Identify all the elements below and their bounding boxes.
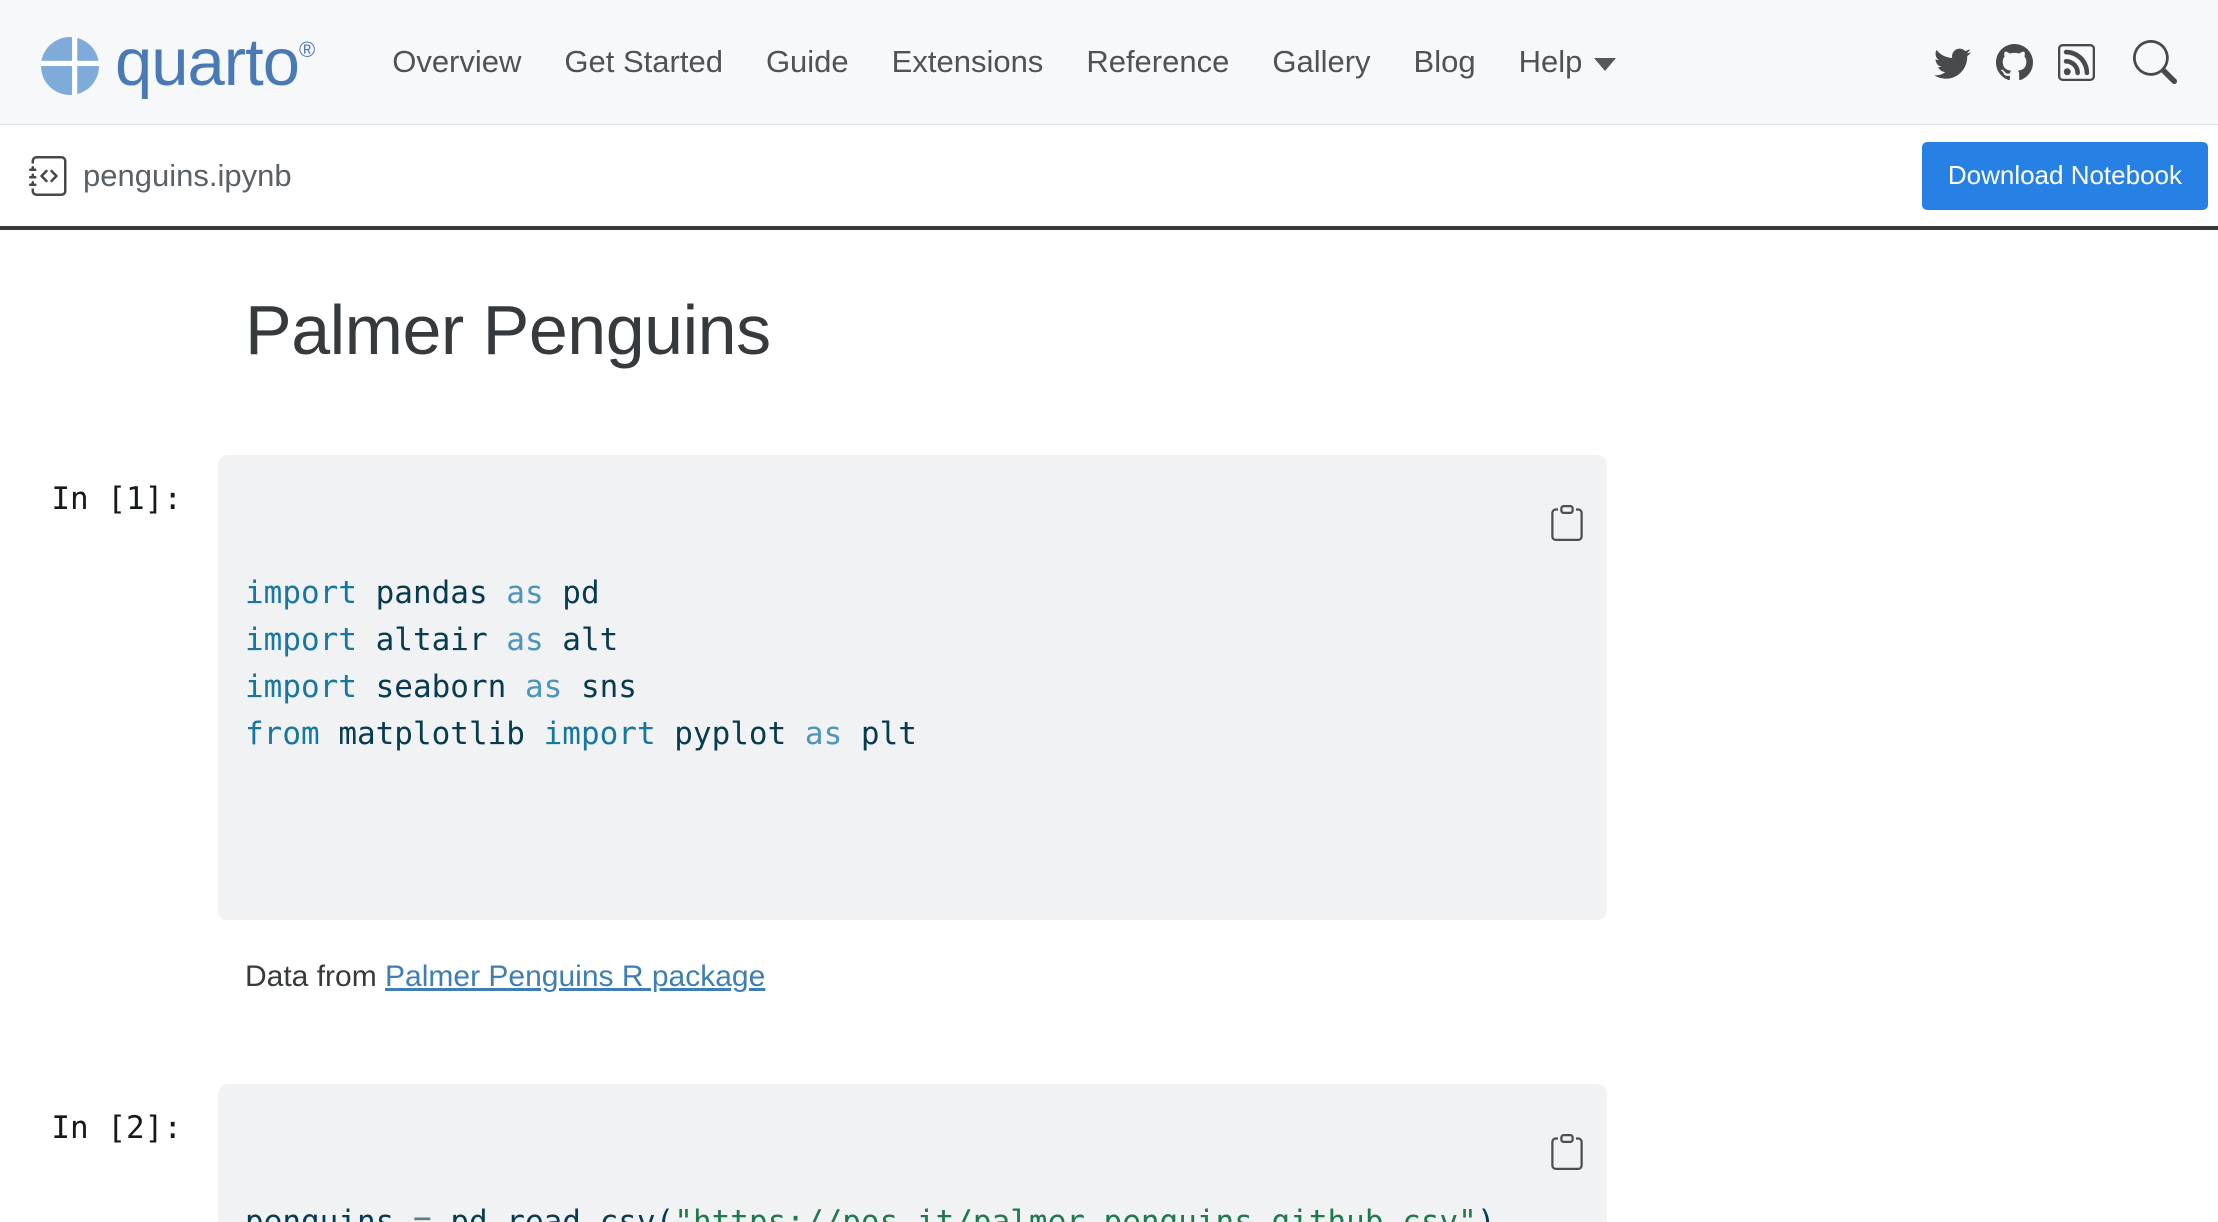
code-cell-2: In [2]: penguins = pd.read_csv("https://… [0, 1084, 2218, 1222]
clipboard-icon[interactable] [1549, 1104, 1585, 1140]
data-source-note: Data from Palmer Penguins R package [245, 960, 2218, 994]
notebook-toolbar: penguins.ipynb Download Notebook [0, 125, 2218, 230]
code-block: import pandas as pdimport altair as alti… [218, 455, 1607, 920]
cell-execution-label: In [2]: [0, 1084, 218, 1222]
caret-down-icon [1594, 58, 1616, 71]
nav-item-help[interactable]: Help [1519, 44, 1617, 80]
registered-mark: ® [299, 37, 314, 62]
code-token: ) [1477, 1204, 1496, 1222]
download-notebook-button[interactable]: Download Notebook [1922, 142, 2208, 210]
nav-item-get-started[interactable]: Get Started [564, 44, 723, 80]
twitter-icon[interactable] [1934, 44, 1971, 81]
code-token: = [413, 1204, 432, 1222]
code-token: pd [544, 575, 600, 611]
clipboard-icon[interactable] [1549, 475, 1585, 511]
nav-item-guide[interactable]: Guide [766, 44, 849, 80]
top-navbar: quarto® Overview Get Started Guide Exten… [0, 0, 2218, 125]
notebook-content: Palmer Penguins In [1]: import pandas as… [0, 290, 2218, 1222]
main-nav: Overview Get Started Guide Extensions Re… [392, 44, 1616, 80]
github-icon[interactable] [1996, 44, 2033, 81]
code-token: "https://pos.it/palmer-penguins-github-c… [674, 1204, 1477, 1222]
brand-wordmark: quarto® [115, 29, 314, 96]
code-token: pd.read_csv( [432, 1204, 675, 1222]
code-line: penguins = pd.read_csv("https://pos.it/p… [245, 1199, 1580, 1222]
palmer-penguins-link[interactable]: Palmer Penguins R package [385, 960, 765, 993]
cell-execution-label: In [1]: [0, 455, 218, 920]
code-token: as [525, 669, 562, 705]
code-content: penguins = pd.read_csv("https://pos.it/p… [245, 1199, 1580, 1222]
notebook-filename: penguins.ipynb [29, 156, 292, 196]
code-block: penguins = pd.read_csv("https://pos.it/p… [218, 1084, 1607, 1222]
code-token: import [245, 575, 357, 611]
page: quarto® Overview Get Started Guide Exten… [0, 0, 2218, 1222]
code-token: plt [842, 716, 917, 752]
quarto-globe-icon [41, 37, 99, 95]
nav-item-help-label: Help [1519, 44, 1583, 80]
journal-code-icon [29, 156, 69, 196]
code-token: pandas [357, 575, 506, 611]
code-token: penguins [245, 1204, 413, 1222]
quarto-logo[interactable]: quarto® [41, 29, 314, 96]
nav-item-overview[interactable]: Overview [392, 44, 521, 80]
filename-label: penguins.ipynb [83, 158, 292, 194]
code-token: as [506, 575, 543, 611]
code-content: import pandas as pdimport altair as alti… [245, 570, 1580, 758]
code-token: sns [562, 669, 637, 705]
rss-icon[interactable] [2058, 44, 2095, 81]
code-token: as [506, 622, 543, 658]
code-cell-1: In [1]: import pandas as pdimport altair… [0, 455, 2218, 920]
search-icon[interactable] [2120, 40, 2177, 84]
code-line: import altair as alt [245, 617, 1580, 664]
page-title: Palmer Penguins [245, 290, 2218, 370]
nav-item-extensions[interactable]: Extensions [892, 44, 1044, 80]
nav-item-blog[interactable]: Blog [1414, 44, 1476, 80]
code-token: alt [544, 622, 619, 658]
code-token: seaborn [357, 669, 525, 705]
nav-item-reference[interactable]: Reference [1086, 44, 1229, 80]
code-line: import seaborn as sns [245, 664, 1580, 711]
code-token: matplotlib [320, 716, 544, 752]
navbar-social-icons [1934, 40, 2177, 84]
code-token: as [805, 716, 842, 752]
code-token: import [544, 716, 656, 752]
data-source-text: Data from [245, 960, 385, 993]
code-token: import [245, 622, 357, 658]
code-token: altair [357, 622, 506, 658]
code-token: from [245, 716, 320, 752]
code-line: from matplotlib import pyplot as plt [245, 711, 1580, 758]
code-token: import [245, 669, 357, 705]
code-token: pyplot [656, 716, 805, 752]
code-line: import pandas as pd [245, 570, 1580, 617]
nav-item-gallery[interactable]: Gallery [1272, 44, 1370, 80]
